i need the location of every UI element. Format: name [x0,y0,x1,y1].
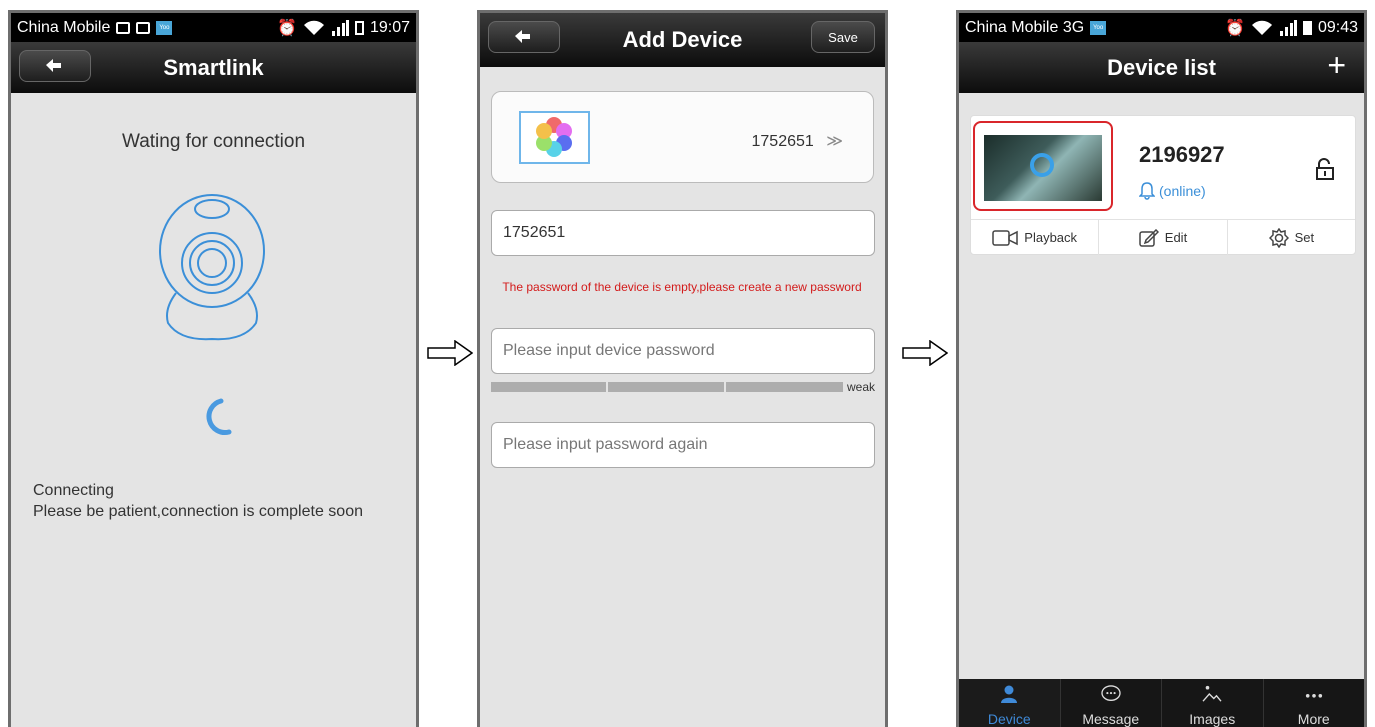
tab-more[interactable]: More [1264,679,1365,727]
alarm-icon: ⏰ [1225,19,1245,37]
tab-device-label: Device [987,711,1031,727]
video-icon [992,229,1019,246]
wifi-icon [1251,20,1272,35]
patience-text: Please be patient,connection is complete… [33,503,363,520]
playback-button[interactable]: Playback [971,220,1100,255]
device-id: 1752651 ≫ [752,131,844,151]
alarm-icon: ⏰ [277,19,297,37]
webcam-icon [159,194,265,341]
page-title: Add Device [622,27,743,52]
bell-icon [1139,182,1155,200]
edit-label: Edit [1164,230,1188,245]
back-arrow-icon [515,30,530,43]
tab-message-label: Message [1082,711,1140,727]
flow-arrow-icon [427,340,473,366]
device-actions: Playback Edit Set [971,219,1355,255]
title-bar: Device list + [959,42,1364,93]
smartlink-screen: China Mobile Yoo ⏰ 19:07 Smartlink Watin… [8,10,419,727]
camera-preview-image[interactable] [984,135,1102,201]
password-warning: The password of the device is empty,plea… [502,280,862,294]
add-device-button[interactable]: + [1327,48,1346,82]
strength-segment [491,382,606,392]
play-overlay-icon [1030,153,1054,177]
carrier-label: China Mobile [17,18,111,36]
edit-icon [1139,228,1159,247]
edit-button[interactable]: Edit [1099,220,1228,255]
device-name: 2196927 [1139,142,1225,167]
device-thumbnail [519,111,590,164]
message-icon [116,21,131,34]
title-bar: Smartlink [11,42,416,93]
color-flower-icon [536,117,572,157]
add-device-screen: Add Device Save 1752651 ≫ 1752651 The pa… [477,10,888,727]
device-list-screen: China Mobile 3G Yoo ⏰ 09:43 Device list … [956,10,1367,727]
wifi-icon [303,20,324,35]
battery-icon [354,20,364,35]
back-button[interactable] [488,21,560,53]
page-title: Device list [1107,54,1216,80]
more-icon [1305,694,1322,698]
user-icon [1001,685,1018,703]
flow-arrow-icon [902,340,948,366]
app-notification-icon: Yoo [1090,20,1107,35]
signal-icon [331,19,349,36]
tab-images[interactable]: Images [1162,679,1264,727]
image-icon [1202,685,1222,702]
loading-spinner-icon [206,398,232,435]
device-card[interactable]: 2196927 (online) Playback Edit Set [970,115,1356,255]
app-notification-icon: Yoo [156,20,173,35]
waiting-text: Wating for connection [121,131,306,152]
page-title: Smartlink [163,54,264,80]
settings-label: Set [1294,230,1315,245]
save-button[interactable]: Save [811,21,875,53]
chat-icon [1101,685,1121,701]
device-id-field[interactable]: 1752651 [491,210,875,256]
title-bar: Add Device Save [480,13,885,67]
status-bar: China Mobile 3G Yoo ⏰ 09:43 [959,13,1364,42]
tab-more-label: More [1297,711,1330,727]
strength-label: weak [846,380,875,394]
playback-label: Playback [1024,230,1078,245]
carrier-label: China Mobile 3G [965,18,1085,36]
tab-device[interactable]: Device [959,679,1061,727]
confirm-password-input[interactable]: Please input password again [491,422,875,468]
back-button[interactable] [19,50,91,82]
unlock-icon[interactable] [1315,158,1335,180]
battery-icon [1302,20,1312,35]
device-preview-highlight[interactable] [973,121,1113,211]
device-status: (online) [1139,182,1206,200]
chevron-right-icon: ≫ [826,133,843,150]
settings-icon [1268,227,1289,248]
bottom-tab-bar: Device Message Images More [959,679,1364,727]
status-bar: China Mobile Yoo ⏰ 19:07 [11,13,416,42]
strength-segment [726,382,843,392]
back-arrow-icon [46,59,61,72]
clock-time: 09:43 [1317,18,1358,36]
device-id-label: 1752651 [751,133,814,150]
strength-segment [608,382,724,392]
clock-time: 19:07 [369,18,410,36]
password-input[interactable]: Please input device password [491,328,875,374]
device-card[interactable]: 1752651 ≫ [491,91,874,183]
tab-images-label: Images [1189,711,1236,727]
signal-icon [1279,19,1297,36]
online-status-label: (online) [1159,183,1206,199]
connecting-text: Connecting [33,482,114,499]
password-strength-meter: weak [491,380,875,394]
connection-status: Connecting Please be patient,connection … [33,480,363,522]
tab-message[interactable]: Message [1061,679,1162,727]
settings-button[interactable]: Set [1228,220,1355,255]
image-notification-icon [136,21,151,34]
